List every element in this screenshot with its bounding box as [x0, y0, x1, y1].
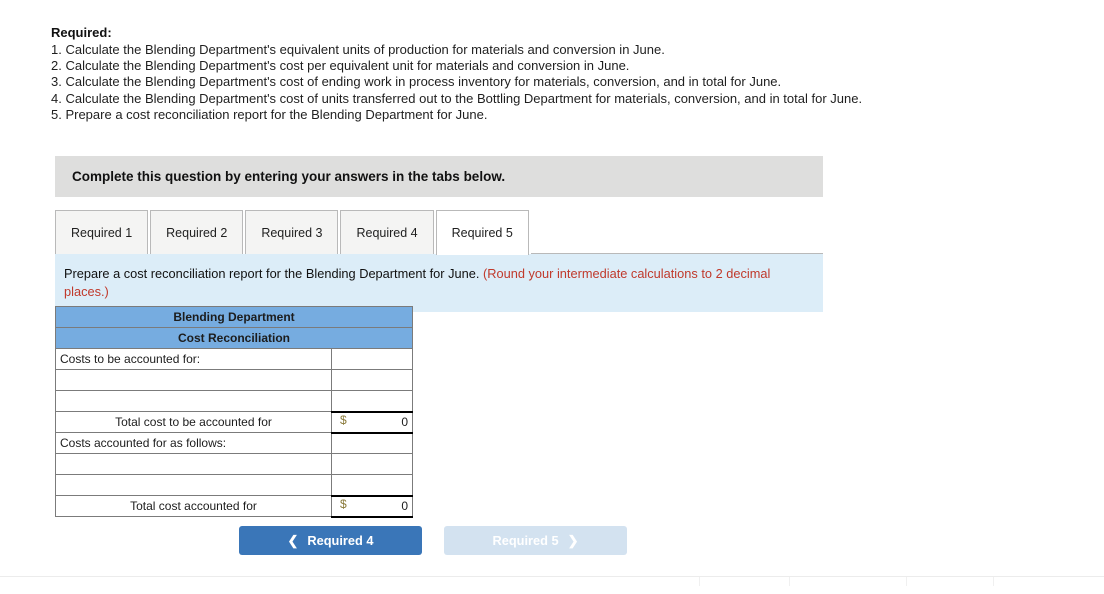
row-label-blank[interactable] [55, 453, 332, 475]
currency-symbol: $ [340, 412, 347, 427]
table-title-report: Cost Reconciliation [55, 327, 413, 349]
table-row-total: Total cost accounted for $0 [55, 494, 413, 518]
row-value-input[interactable] [331, 369, 413, 391]
footer-toolbar [0, 577, 1104, 594]
footer-tick [789, 577, 790, 586]
row-label-blank[interactable] [55, 474, 332, 496]
table-row [55, 390, 413, 412]
table-header-row-report: Cost Reconciliation [55, 327, 413, 349]
tab-required-1[interactable]: Required 1 [55, 210, 149, 254]
tab-label: Required 3 [261, 225, 323, 240]
row-label-costs-accounted-for-as-follows: Costs accounted for as follows: [55, 432, 332, 454]
tab-required-3[interactable]: Required 3 [245, 210, 339, 254]
row-label-costs-to-be-accounted-for: Costs to be accounted for: [55, 348, 332, 370]
row-label-blank[interactable] [55, 369, 332, 391]
tab-label: Required 2 [166, 225, 228, 240]
required-block: Required: 1. Calculate the Blending Depa… [51, 24, 911, 123]
table-row-total: Total cost to be accounted for $0 [55, 410, 413, 434]
required-item-2: 2. Calculate the Blending Department's c… [51, 58, 630, 74]
footer-tick [993, 577, 994, 586]
chevron-right-icon: ❯ [567, 533, 579, 548]
required-item-5: 5. Prepare a cost reconciliation report … [51, 106, 488, 122]
table-title-department: Blending Department [55, 306, 413, 328]
tab-strip: Required 1 Required 2 Required 3 Require… [55, 210, 823, 255]
row-value-input[interactable] [331, 390, 413, 412]
row-value-total-cost-accounted-for: $0 [331, 494, 413, 518]
table-row [55, 453, 413, 475]
previous-required-button[interactable]: ❮ Required 4 [239, 526, 422, 555]
row-label-blank[interactable] [55, 390, 332, 412]
footer-tick [906, 577, 907, 586]
required-item-4: 4. Calculate the Blending Department's c… [51, 90, 863, 106]
table-row [55, 474, 413, 496]
instruction-bar-text: Complete this question by entering your … [72, 169, 506, 184]
row-value-input[interactable] [331, 348, 413, 370]
tab-required-5[interactable]: Required 5 [435, 210, 529, 255]
row-value-total-cost-to-be-accounted-for: $0 [331, 410, 413, 434]
row-value-input[interactable] [331, 453, 413, 475]
next-required-button[interactable]: Required 5 ❯ [444, 526, 627, 555]
tab-required-2[interactable]: Required 2 [150, 210, 244, 254]
question-prompt-text: Prepare a cost reconciliation report for… [64, 266, 483, 281]
tab-label: Required 4 [356, 225, 418, 240]
total-value: 0 [401, 499, 408, 513]
table-row: Costs to be accounted for: [55, 348, 413, 370]
previous-required-label: Required 4 [307, 533, 374, 548]
total-value: 0 [401, 415, 408, 429]
tab-label: Required 5 [451, 226, 513, 240]
tab-label: Required 1 [71, 225, 133, 240]
footer-tick [699, 577, 700, 586]
row-value-input[interactable] [331, 432, 413, 454]
cost-reconciliation-table: Blending Department Cost Reconciliation … [55, 306, 413, 518]
row-label-total-cost-to-be-accounted-for: Total cost to be accounted for [55, 411, 332, 433]
table-row [55, 369, 413, 391]
chevron-left-icon: ❮ [287, 533, 299, 548]
currency-symbol: $ [340, 496, 347, 511]
row-label-total-cost-accounted-for: Total cost accounted for [55, 495, 332, 517]
required-item-3: 3. Calculate the Blending Department's c… [51, 74, 782, 90]
tab-required-4[interactable]: Required 4 [340, 210, 434, 254]
table-header-row-department: Blending Department [55, 306, 413, 328]
table-row: Costs accounted for as follows: [55, 432, 413, 454]
navigation-buttons: ❮ Required 4 Required 5 ❯ [239, 526, 627, 555]
required-item-1: 1. Calculate the Blending Department's e… [51, 42, 665, 57]
next-required-label: Required 5 [492, 533, 559, 548]
instruction-bar: Complete this question by entering your … [55, 156, 823, 197]
row-value-input[interactable] [331, 474, 413, 496]
question-prompt-banner: Prepare a cost reconciliation report for… [55, 254, 823, 312]
required-heading: Required: [51, 25, 112, 40]
